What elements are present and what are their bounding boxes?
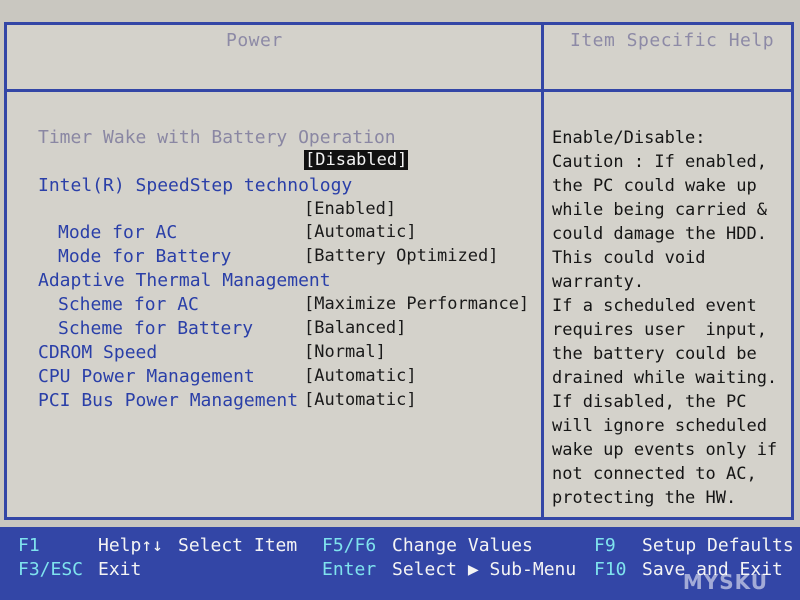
value-speedstep[interactable]: [Enabled] bbox=[304, 199, 396, 219]
help-line: warranty. bbox=[552, 272, 645, 292]
select-submenu-label: Select ▶ Sub-Menu bbox=[392, 559, 577, 580]
help-line: Caution : If enabled, bbox=[552, 152, 767, 172]
help-line: Enable/Disable: bbox=[552, 128, 706, 148]
value-cpu-power[interactable]: [Automatic] bbox=[304, 366, 417, 386]
help-line: the PC could wake up bbox=[552, 176, 757, 196]
help-line: will ignore scheduled bbox=[552, 416, 767, 436]
value-timer-wake[interactable]: [Disabled] bbox=[304, 150, 409, 170]
exit-label: Exit bbox=[98, 559, 142, 580]
panel-divider-horizontal bbox=[7, 89, 791, 92]
panel-divider-vertical bbox=[541, 25, 544, 517]
enter-key: Enter bbox=[322, 559, 377, 580]
item-scheme-battery[interactable]: Scheme for Battery bbox=[58, 318, 253, 339]
help-line: could damage the HDD. bbox=[552, 224, 767, 244]
item-cdrom-speed[interactable]: CDROM Speed bbox=[38, 342, 157, 363]
help-line: protecting the HW. bbox=[552, 488, 737, 508]
select-item-label: Select Item bbox=[178, 535, 298, 556]
menu-title: Power bbox=[226, 30, 283, 51]
f10-key: F10 bbox=[594, 559, 627, 580]
key-legend-bar: F1 Help↑↓ Select Item F5/F6 Change Value… bbox=[0, 527, 800, 600]
help-line: If a scheduled event bbox=[552, 296, 757, 316]
bios-screen: Power Item Specific Help Timer Wake with… bbox=[0, 0, 800, 600]
value-scheme-ac[interactable]: [Maximize Performance] bbox=[304, 294, 529, 314]
f1-key: F1 bbox=[18, 535, 40, 556]
help-line: requires user input, bbox=[552, 320, 767, 340]
esc-key: F3/ESC bbox=[18, 559, 84, 580]
item-mode-ac[interactable]: Mode for AC bbox=[58, 222, 177, 243]
item-pci-power[interactable]: PCI Bus Power Management bbox=[38, 390, 298, 411]
help-title: Item Specific Help bbox=[570, 30, 775, 51]
watermark-logo: MYSKU bbox=[682, 570, 768, 594]
help-line: while being carried & bbox=[552, 200, 767, 220]
value-pci-power[interactable]: [Automatic] bbox=[304, 390, 417, 410]
help-line: not connected to AC, bbox=[552, 464, 757, 484]
help-line: wake up events only if bbox=[552, 440, 778, 460]
value-mode-battery[interactable]: [Battery Optimized] bbox=[304, 246, 498, 266]
value-scheme-battery[interactable]: [Balanced] bbox=[304, 318, 406, 338]
help-text: Enable/Disable: Caution : If enabled, th… bbox=[552, 126, 792, 510]
item-scheme-ac[interactable]: Scheme for AC bbox=[58, 294, 199, 315]
change-values-label: Change Values bbox=[392, 535, 533, 556]
f5f6-key: F5/F6 bbox=[322, 535, 377, 556]
item-mode-battery[interactable]: Mode for Battery bbox=[58, 246, 231, 267]
help-line: This could void bbox=[552, 248, 706, 268]
value-mode-ac[interactable]: [Automatic] bbox=[304, 222, 417, 242]
item-speedstep[interactable]: Intel(R) SpeedStep technology bbox=[38, 175, 352, 196]
item-timer-wake[interactable]: Timer Wake with Battery Operation bbox=[38, 127, 396, 148]
help-line: the battery could be bbox=[552, 344, 757, 364]
help-line: If disabled, the PC bbox=[552, 392, 747, 412]
setup-defaults-label: Setup Defaults bbox=[642, 535, 794, 556]
help-label: Help↑↓ bbox=[98, 535, 164, 556]
value-cdrom-speed[interactable]: [Normal] bbox=[304, 342, 386, 362]
f9-key: F9 bbox=[594, 535, 616, 556]
item-cpu-power[interactable]: CPU Power Management bbox=[38, 366, 255, 387]
help-line: drained while waiting. bbox=[552, 368, 778, 388]
item-adaptive-thermal: Adaptive Thermal Management bbox=[38, 270, 331, 291]
